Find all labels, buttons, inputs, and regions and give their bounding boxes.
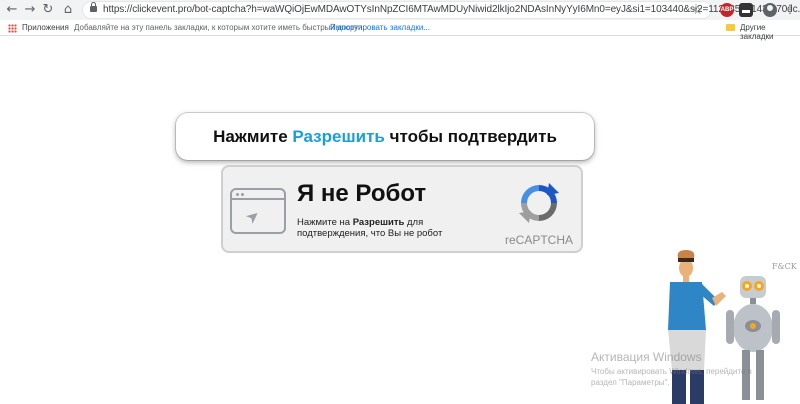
profile-icon[interactable] [763, 3, 777, 17]
extension-icon[interactable] [739, 3, 753, 17]
forward-icon[interactable]: → [22, 2, 38, 18]
browser-window-icon: ➤ [230, 188, 286, 234]
home-icon[interactable]: ⌂ [60, 2, 76, 18]
other-bookmarks-link[interactable]: Другие закладки [740, 23, 800, 41]
import-bookmarks-link[interactable]: Импортировать закладки... [330, 23, 430, 32]
captcha-box[interactable]: ➤ Я не Робот Нажмите на Разрешить для по… [221, 165, 583, 253]
browser-window: ← → ↻ ⌂ https://clickevent.pro/bot-captc… [0, 0, 800, 404]
windows-activation-line1: Чтобы активировать Windows, перейдите в [591, 367, 752, 376]
browser-toolbar: ← → ↻ ⌂ https://clickevent.pro/bot-captc… [0, 0, 800, 20]
recaptcha-label: reCAPTCHA [505, 233, 574, 247]
lock-icon [90, 2, 97, 12]
headline-post: чтобы подтвердить [389, 127, 557, 146]
man-robot-illustration [668, 250, 780, 404]
folder-icon [726, 24, 735, 31]
windows-activation-title: Активация Windows [591, 350, 702, 364]
cursor-icon: ➤ [241, 204, 264, 229]
headline-box: Нажмите Разрешить чтобы подтвердить [176, 113, 594, 160]
illustration-label: F&CK [772, 262, 797, 271]
reload-icon[interactable]: ↻ [40, 2, 56, 18]
adblock-icon[interactable]: ABP [720, 3, 734, 17]
bookmarks-hint: Добавляйте на эту панель закладки, к кот… [74, 23, 365, 32]
headline-pre: Нажмите [213, 127, 288, 146]
recaptcha-icon [519, 183, 559, 223]
bookmarks-bar: Приложения Добавляйте на эту панель закл… [0, 20, 800, 41]
apps-link[interactable]: Приложения [22, 23, 69, 32]
windows-activation-line2: раздел "Параметры". [591, 378, 670, 387]
captcha-title: Я не Робот [297, 180, 427, 207]
back-icon[interactable]: ← [4, 2, 20, 18]
apps-icon[interactable] [8, 24, 17, 33]
address-bar[interactable]: https://clickevent.pro/bot-captcha?h=waW… [82, 1, 800, 19]
headline-accent: Разрешить [292, 127, 385, 146]
captcha-description: Нажмите на Разрешить для подтверждения, … [297, 217, 443, 239]
menu-icon[interactable]: ⋮ [784, 2, 796, 16]
star-icon[interactable]: ☆ [692, 3, 703, 17]
